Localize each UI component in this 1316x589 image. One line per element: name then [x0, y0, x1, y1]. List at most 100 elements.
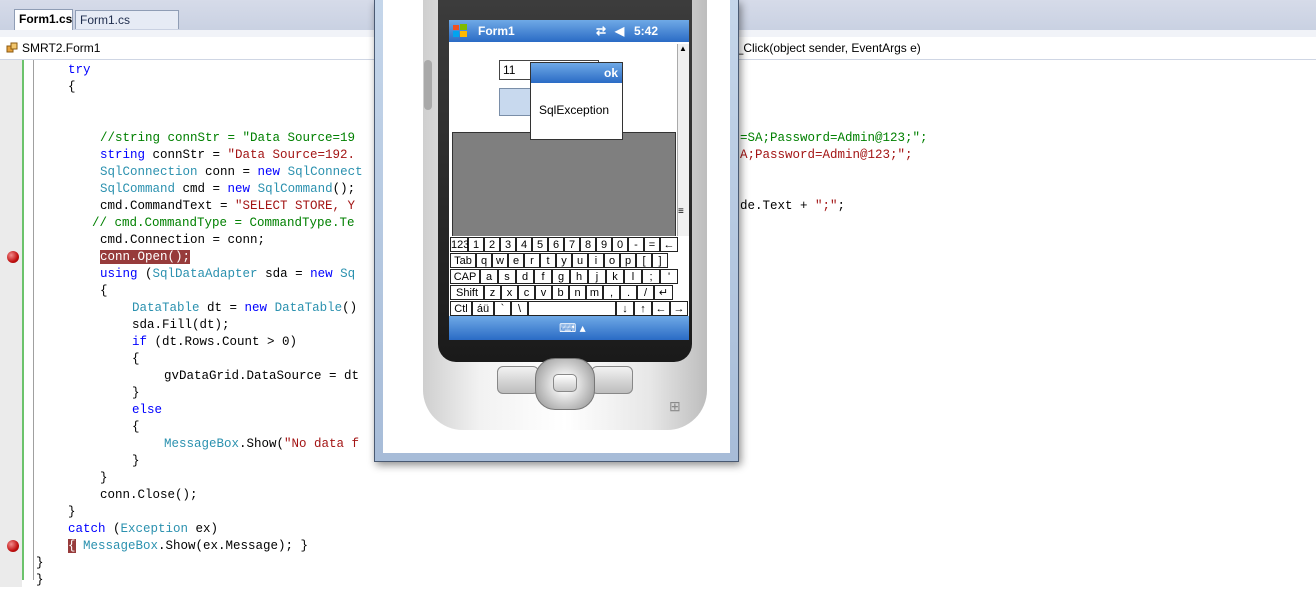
code-line: conn.Close();	[100, 488, 198, 502]
keyboard-key[interactable]: \	[511, 301, 528, 316]
keyboard-key[interactable]: b	[552, 285, 569, 300]
member-dropdown[interactable]: n_Click(object sender, EventArgs e)	[730, 40, 921, 56]
device-emulator-window[interactable]: Form1 ⇄ ◀ 5:42 11 ▲ ≡ ok SqlException 12…	[374, 0, 739, 462]
keyboard-key[interactable]: CAP	[450, 269, 480, 284]
keyboard-key[interactable]: z	[484, 285, 501, 300]
breakpoint-icon[interactable]	[7, 540, 19, 552]
code-line: }	[36, 556, 44, 570]
keyboard-key[interactable]: f	[534, 269, 552, 284]
keyboard-key[interactable]: Shift	[450, 285, 484, 300]
left-softkey-button[interactable]	[497, 366, 539, 394]
code-line: cmd.CommandText = "SELECT STORE, Y	[100, 199, 356, 213]
class-icon	[6, 42, 18, 53]
keyboard-key[interactable]: 6	[548, 237, 564, 252]
keyboard-key[interactable]: y	[556, 253, 572, 268]
keyboard-key[interactable]: c	[518, 285, 535, 300]
keyboard-key[interactable]: l	[624, 269, 642, 284]
keyboard-key[interactable]: ←	[660, 237, 678, 252]
side-button[interactable]	[424, 60, 432, 110]
connectivity-icon[interactable]: ⇄	[596, 24, 606, 38]
keyboard-key[interactable]: p	[620, 253, 636, 268]
code-line: }	[36, 573, 44, 587]
keyboard-key[interactable]: 9	[596, 237, 612, 252]
code-line: }	[68, 505, 76, 519]
dpad-action-button[interactable]	[553, 374, 577, 392]
keyboard-key[interactable]: t	[540, 253, 556, 268]
keyboard-key[interactable]: g	[552, 269, 570, 284]
keyboard-key[interactable]: 123	[450, 237, 469, 252]
form-button[interactable]	[499, 88, 533, 116]
keyboard-key[interactable]: d	[516, 269, 534, 284]
keyboard-key[interactable]: /	[637, 285, 654, 300]
code-line: try	[68, 63, 91, 77]
keyboard-key[interactable]: e	[508, 253, 524, 268]
scroll-grip-icon[interactable]: ≡	[678, 206, 684, 217]
tab-form1-cs[interactable]: Form1.cs	[14, 9, 73, 30]
code-line: SqlCommand cmd = new SqlCommand();	[100, 182, 356, 196]
breakpoint-icon[interactable]	[7, 251, 19, 263]
keyboard-key[interactable]: ]	[652, 253, 668, 268]
message-box-title-bar: ok	[531, 63, 622, 83]
keyboard-key[interactable]: Tab	[450, 253, 476, 268]
keyboard-key[interactable]: n	[569, 285, 586, 300]
clock[interactable]: 5:42	[634, 24, 658, 38]
volume-icon[interactable]: ◀	[615, 24, 624, 38]
keyboard-key[interactable]: o	[604, 253, 620, 268]
keyboard-key[interactable]: s	[498, 269, 516, 284]
keyboard-key[interactable]: w	[492, 253, 508, 268]
keyboard-key[interactable]: k	[606, 269, 624, 284]
keyboard-key[interactable]: →	[670, 301, 688, 316]
keyboard-key[interactable]: m	[586, 285, 603, 300]
keyboard-key[interactable]: v	[535, 285, 552, 300]
code-line: de.Text + ";";	[740, 199, 846, 213]
keyboard-key[interactable]: j	[588, 269, 606, 284]
dpad-control[interactable]	[535, 358, 595, 410]
data-grid[interactable]	[452, 132, 676, 242]
tab-form1-design[interactable]: Form1.cs [Design]	[75, 10, 179, 46]
keyboard-key[interactable]: u	[572, 253, 588, 268]
keyboard-key[interactable]: q	[476, 253, 492, 268]
keyboard-key[interactable]: ;	[642, 269, 660, 284]
windows-start-icon[interactable]	[452, 23, 468, 39]
keyboard-key[interactable]: a	[480, 269, 498, 284]
keyboard-key[interactable]: ↵	[654, 285, 673, 300]
code-line: DataTable dt = new DataTable()	[132, 301, 358, 315]
ok-button[interactable]: ok	[604, 66, 618, 80]
indicator-margin[interactable]	[0, 60, 22, 587]
scroll-up-icon[interactable]: ▲	[679, 44, 687, 53]
soft-menu-bar: ⌨ ▴	[449, 316, 689, 340]
keyboard-key[interactable]: `	[494, 301, 511, 316]
code-line: SqlConnection conn = new SqlConnect	[100, 165, 363, 179]
keyboard-key[interactable]: '	[660, 269, 678, 284]
keyboard-key[interactable]: h	[570, 269, 588, 284]
code-line: if (dt.Rows.Count > 0)	[132, 335, 298, 349]
keyboard-key[interactable]: 7	[564, 237, 580, 252]
keyboard-key[interactable]: r	[524, 253, 540, 268]
device-screen[interactable]: Form1 ⇄ ◀ 5:42 11 ▲ ≡ ok SqlException 12…	[449, 20, 689, 340]
keyboard-key[interactable]: ↓	[616, 301, 634, 316]
type-dropdown[interactable]: SMRT2.Form1	[6, 40, 100, 56]
keyboard-key[interactable]: áü	[472, 301, 494, 316]
keyboard-key[interactable]: ←	[652, 301, 670, 316]
keyboard-key[interactable]: 4	[516, 237, 532, 252]
keyboard-key[interactable]: 1	[468, 237, 484, 252]
vertical-scrollbar[interactable]: ▲ ≡	[677, 44, 689, 240]
emulator-client-area: Form1 ⇄ ◀ 5:42 11 ▲ ≡ ok SqlException 12…	[383, 0, 730, 453]
keyboard-key[interactable]: 8	[580, 237, 596, 252]
keyboard-key[interactable]: .	[620, 285, 637, 300]
keyboard-key[interactable]: -	[628, 237, 644, 252]
keyboard-key[interactable]: [	[636, 253, 652, 268]
keyboard-icon[interactable]: ⌨ ▴	[559, 321, 586, 335]
right-softkey-button[interactable]	[591, 366, 633, 394]
keyboard-key[interactable]: Ctl	[450, 301, 472, 316]
keyboard-key[interactable]: 5	[532, 237, 548, 252]
keyboard-key[interactable]: 2	[484, 237, 500, 252]
keyboard-key[interactable]: ↑	[634, 301, 652, 316]
keyboard-key[interactable]: 0	[612, 237, 628, 252]
keyboard-key[interactable]: 3	[500, 237, 516, 252]
keyboard-key[interactable]: x	[501, 285, 518, 300]
keyboard-key[interactable]: i	[588, 253, 604, 268]
keyboard-key[interactable]: =	[644, 237, 660, 252]
keyboard-key[interactable]	[528, 301, 616, 316]
keyboard-key[interactable]: ,	[603, 285, 620, 300]
